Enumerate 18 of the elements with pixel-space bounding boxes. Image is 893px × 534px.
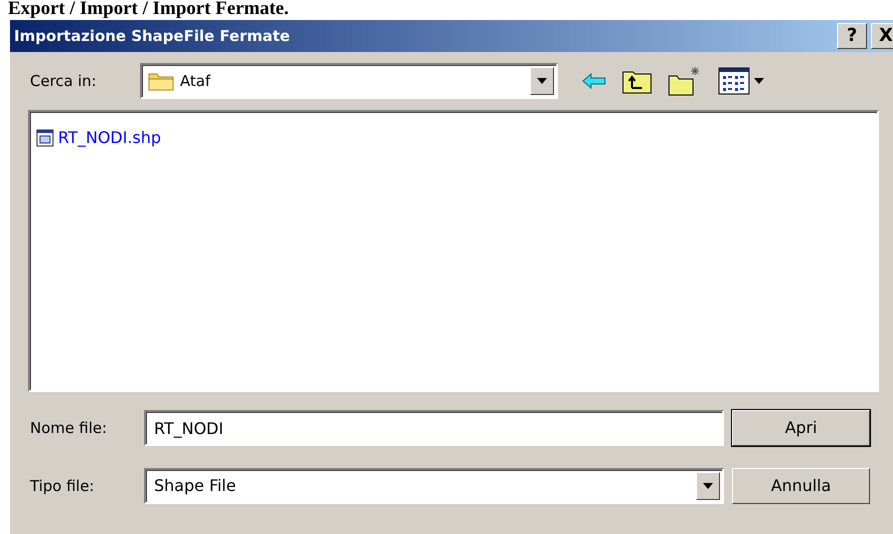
new-folder-icon[interactable] xyxy=(668,66,702,96)
field-label: Tipo file: xyxy=(29,476,96,497)
file-icon xyxy=(36,129,54,147)
file-type-dropdown[interactable]: Shape File xyxy=(144,468,724,504)
field-label: Nome file: xyxy=(29,418,108,439)
view-menu-icon[interactable] xyxy=(718,67,764,95)
file-name-field[interactable]: RT_NODI xyxy=(144,410,724,446)
window-title: Importazione ShapeFile Fermate xyxy=(14,26,290,47)
folder-icon xyxy=(148,71,174,91)
look-in-dropdown[interactable]: Ataf xyxy=(140,63,558,99)
cancel-button[interactable]: Annulla xyxy=(732,468,870,504)
open-button[interactable]: Apri xyxy=(732,410,870,446)
back-arrow-icon[interactable] xyxy=(582,73,606,89)
field-label: Cerca in: xyxy=(30,70,98,92)
page-heading: Export / Import / Import Fermate. xyxy=(7,0,290,18)
file-item[interactable]: RT_NODI.shp xyxy=(58,126,162,150)
close-button[interactable]: X xyxy=(871,23,893,49)
help-button[interactable]: ? xyxy=(837,23,867,49)
